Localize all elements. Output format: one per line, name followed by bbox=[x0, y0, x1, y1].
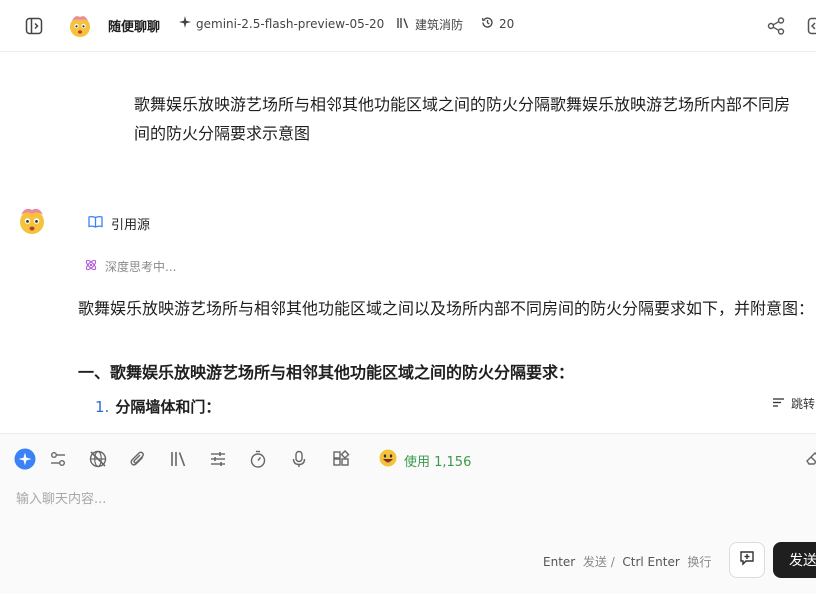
jump-label: 跳转 bbox=[791, 397, 816, 411]
jump-button[interactable]: 跳转 bbox=[772, 395, 815, 412]
knowledge-base-selector[interactable]: 建筑消防 bbox=[396, 16, 463, 33]
export-icon[interactable] bbox=[804, 14, 816, 38]
model-name: gemini-2.5-flash-preview-05-20 bbox=[196, 16, 385, 31]
answer-section-heading: 一、歌舞娱乐放映游艺场所与相邻其他功能区域之间的防火分隔要求： bbox=[78, 363, 575, 382]
chat-input[interactable] bbox=[16, 488, 796, 548]
list-item-text: 分隔墙体和门： bbox=[115, 398, 221, 416]
microphone-icon[interactable] bbox=[288, 448, 310, 470]
attachment-icon[interactable] bbox=[127, 448, 149, 470]
citation-label: 引用源 bbox=[111, 218, 151, 233]
sparkle-mode-icon[interactable] bbox=[14, 448, 36, 470]
composer: 使用 1,156 Enter 发送 / Ctrl Enter 换行 发送 bbox=[0, 433, 816, 594]
send-button[interactable]: 发送 bbox=[773, 542, 816, 578]
model-selector[interactable]: gemini-2.5-flash-preview-05-20 bbox=[179, 16, 384, 31]
book-open-icon bbox=[88, 215, 103, 232]
list-item-number: 1. bbox=[95, 398, 110, 416]
hint-enter: Enter bbox=[543, 555, 576, 569]
history-count: 20 bbox=[499, 17, 515, 31]
web-off-icon[interactable] bbox=[87, 448, 109, 470]
new-topic-button[interactable] bbox=[729, 542, 765, 578]
thinking-status[interactable]: 深度思考中... bbox=[84, 258, 176, 275]
assistant-avatar[interactable] bbox=[67, 12, 93, 38]
atom-icon bbox=[84, 258, 98, 275]
hint-ctrl-enter: Ctrl Enter bbox=[622, 555, 680, 569]
grinning-face-icon bbox=[379, 449, 397, 471]
assistant-avatar-large bbox=[16, 204, 48, 236]
citation-toggle[interactable]: 引用源 bbox=[88, 214, 150, 233]
token-usage[interactable]: 使用 1,156 bbox=[379, 449, 471, 471]
timer-icon[interactable] bbox=[247, 448, 269, 470]
sparkle-icon bbox=[179, 16, 191, 31]
answer-intro: 歌舞娱乐放映游艺场所与相邻其他功能区域之间以及场所内部不同房间的防火分隔要求如下… bbox=[78, 299, 815, 318]
apps-icon[interactable] bbox=[330, 448, 352, 470]
app-title[interactable]: 随便聊聊 bbox=[108, 16, 160, 35]
keyboard-hint: Enter 发送 / Ctrl Enter 换行 bbox=[543, 553, 711, 570]
settings-sliders-icon[interactable] bbox=[47, 448, 69, 470]
chat-plus-icon bbox=[738, 549, 756, 571]
share-icon[interactable] bbox=[764, 14, 788, 38]
eraser-icon[interactable] bbox=[804, 448, 816, 470]
hint-newline: 换行 bbox=[687, 555, 712, 569]
history-icon bbox=[481, 16, 494, 32]
library-icon bbox=[396, 16, 410, 33]
knowledge-base-name: 建筑消防 bbox=[415, 18, 464, 32]
top-bar: 随便聊聊 gemini-2.5-flash-preview-05-20 建筑消防… bbox=[0, 0, 816, 52]
tune-icon[interactable] bbox=[207, 448, 229, 470]
thinking-label: 深度思考中... bbox=[105, 260, 177, 274]
library-icon[interactable] bbox=[167, 448, 189, 470]
user-message: 歌舞娱乐放映游艺场所与相邻其他功能区域之间的防火分隔歌舞娱乐放映游艺场所内部不同… bbox=[134, 95, 791, 143]
sidebar-toggle-icon[interactable] bbox=[22, 14, 46, 38]
history-counter[interactable]: 20 bbox=[481, 16, 514, 32]
answer-list-item: 1. 分隔墙体和门： bbox=[95, 396, 220, 417]
jump-lines-icon bbox=[772, 397, 785, 411]
hint-sep: / bbox=[610, 555, 615, 569]
usage-label: 使用 1,156 bbox=[404, 454, 472, 470]
hint-send: 发送 bbox=[582, 555, 607, 569]
